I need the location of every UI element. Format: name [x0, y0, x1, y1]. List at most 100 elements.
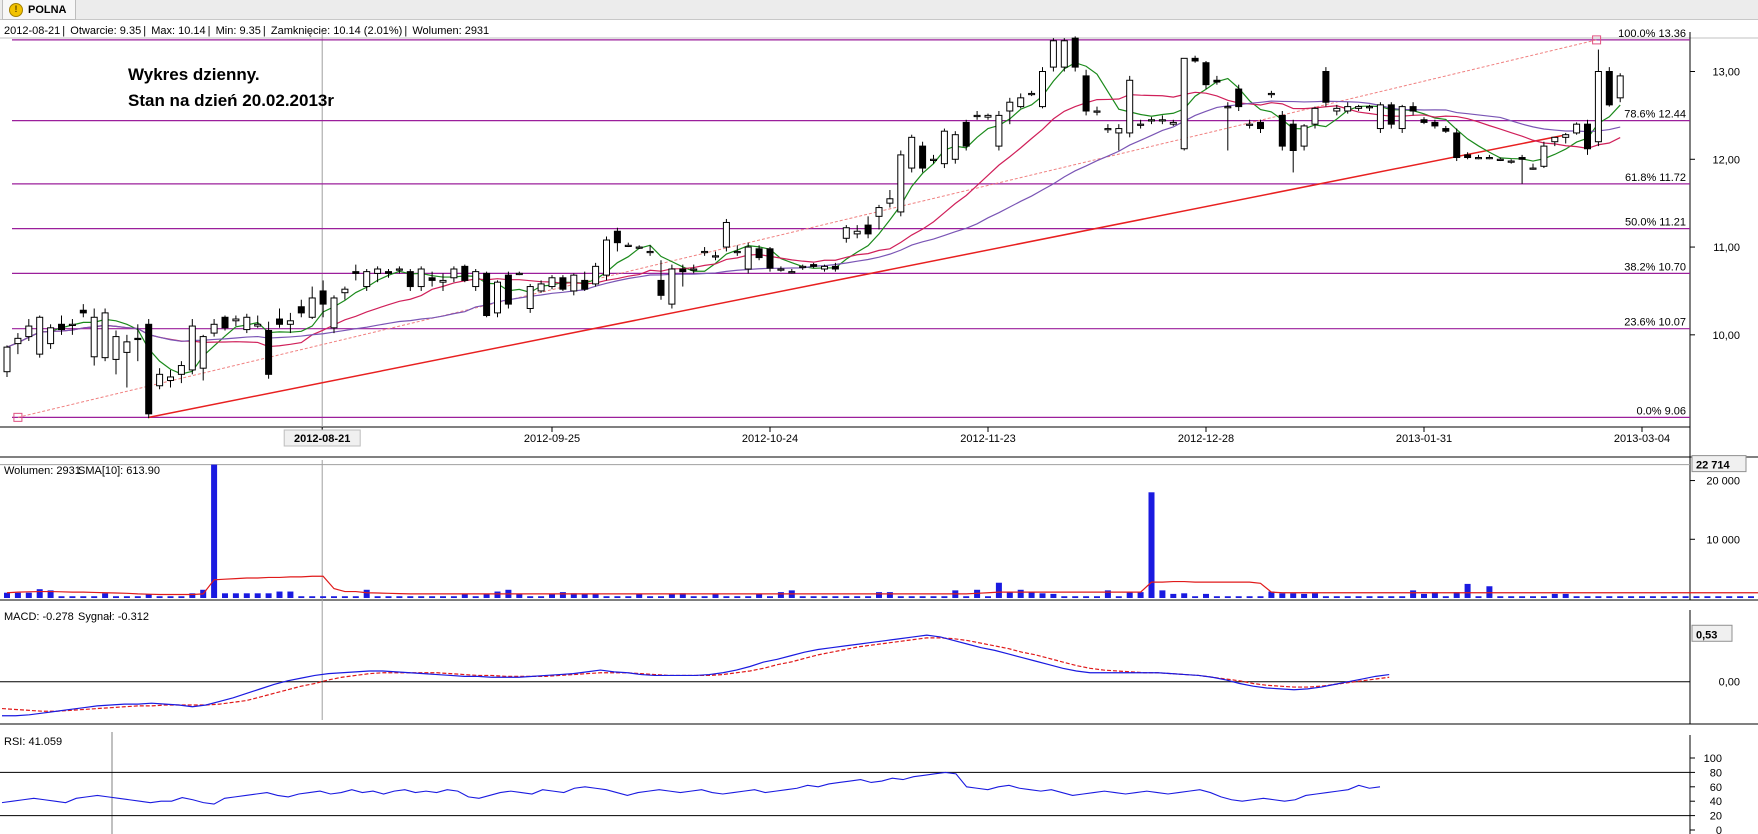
- volume-bar: [897, 596, 904, 598]
- candle-body: [581, 279, 589, 290]
- candle-body: [875, 207, 883, 217]
- volume-bar: [1715, 596, 1722, 598]
- rsi-tick-label: 100: [1704, 753, 1722, 765]
- volume-bar: [1104, 590, 1111, 598]
- volume-bar: [14, 592, 21, 598]
- candle-body: [1485, 157, 1493, 160]
- candle-body: [90, 316, 98, 358]
- candle-body: [14, 337, 22, 345]
- candle-body: [199, 336, 207, 369]
- volume-bar: [1540, 596, 1547, 598]
- info-separator: |: [62, 25, 65, 37]
- volume-bar: [1377, 596, 1384, 598]
- info-open: Otwarcie: 9.35: [70, 25, 141, 37]
- volume-bar: [1159, 590, 1166, 598]
- highlight-date-label: 2012-08-21: [294, 433, 350, 445]
- candle-body: [1594, 71, 1602, 143]
- tab-polna[interactable]: ! POLNA: [2, 0, 76, 20]
- annotation-line-2: Stan na dzień 20.02.2013r: [128, 91, 334, 110]
- date-label: 2012-11-23: [960, 433, 1015, 445]
- warning-icon: !: [9, 2, 23, 17]
- tab-bar: ! POLNA: [0, 0, 1758, 20]
- candle-body: [483, 272, 491, 317]
- candle-body: [188, 325, 196, 371]
- candle-body: [1115, 128, 1123, 134]
- candle-body: [973, 114, 981, 118]
- macd-max-label: 0,53: [1696, 629, 1717, 641]
- candle-body: [1322, 71, 1330, 103]
- volume-bar: [461, 593, 468, 598]
- candle-body: [1006, 101, 1014, 112]
- date-label: 2012-12-28: [1178, 433, 1234, 445]
- candle-body: [1235, 88, 1243, 108]
- date-label: 2013-03-04: [1614, 433, 1670, 445]
- candle-body: [428, 277, 436, 281]
- volume-bar: [1573, 596, 1580, 598]
- candle-body: [1213, 79, 1221, 83]
- volume-bar: [1279, 593, 1286, 598]
- volume-bar: [1322, 596, 1329, 598]
- candle-body: [853, 230, 861, 235]
- trendline: [148, 134, 1563, 419]
- candle-body: [79, 309, 87, 314]
- volume-bar: [1181, 593, 1188, 598]
- candle-body: [1409, 106, 1417, 112]
- candle-body: [101, 312, 109, 359]
- rsi-tick-label: 0: [1716, 825, 1722, 834]
- annotation-line-1: Wykres dzienny.: [128, 65, 260, 84]
- info-separator: |: [263, 25, 266, 37]
- volume-bar: [1595, 596, 1602, 598]
- volume-bar: [1606, 596, 1613, 598]
- info-separator: |: [208, 25, 211, 37]
- volume-bar: [298, 596, 305, 598]
- candle-body: [526, 286, 534, 309]
- volume-bar: [254, 593, 261, 598]
- candle-body: [330, 297, 338, 329]
- candle-body: [810, 264, 818, 267]
- volume-bar: [265, 593, 272, 598]
- volume-bar: [1421, 593, 1427, 598]
- candle-body: [951, 134, 959, 160]
- candle-body: [690, 268, 698, 271]
- volume-bar: [91, 596, 98, 598]
- candle-body: [1017, 97, 1025, 108]
- volume-bar: [1464, 583, 1471, 598]
- volume-bar: [1115, 596, 1122, 598]
- volume-bar: [712, 594, 719, 598]
- info-separator: |: [404, 25, 407, 37]
- candle-body: [1605, 71, 1613, 106]
- candle-body: [25, 325, 33, 338]
- candle-body: [254, 323, 262, 327]
- candle-body: [494, 281, 501, 314]
- candle-body: [995, 114, 1003, 147]
- candle-body: [962, 121, 970, 147]
- candle-body: [472, 271, 480, 288]
- candle-body: [1257, 121, 1264, 130]
- candle-body: [308, 297, 316, 318]
- candle-body: [1028, 92, 1036, 96]
- candle-body: [1180, 57, 1188, 150]
- volume-bar: [777, 592, 784, 598]
- volume-bar: [930, 596, 937, 598]
- volume-bar: [1061, 596, 1068, 598]
- macd-zero-label: 0,00: [1719, 677, 1740, 689]
- volume-bar: [1442, 596, 1449, 598]
- volume-bar: [581, 594, 588, 598]
- candle-body: [395, 268, 403, 271]
- volume-bar: [1726, 596, 1733, 598]
- volume-bar: [1475, 596, 1482, 598]
- candle-body: [1202, 62, 1210, 86]
- candle-body: [930, 158, 937, 161]
- volume-bar: [145, 594, 152, 598]
- volume-bar: [69, 596, 76, 598]
- volume-bar: [396, 596, 403, 598]
- candle-body: [1442, 128, 1450, 132]
- candle-body: [461, 265, 469, 281]
- stock-chart[interactable]: 2012-08-21 | Otwarcie: 9.35 | Max: 10.14 | Min…: [0, 20, 1758, 834]
- volume-bar: [941, 596, 948, 598]
- volume-bar: [614, 596, 621, 598]
- rsi-label: RSI: 41.059: [4, 736, 62, 748]
- candle-body: [1104, 128, 1112, 131]
- volume-bar: [799, 596, 806, 598]
- volume-bar: [658, 596, 664, 598]
